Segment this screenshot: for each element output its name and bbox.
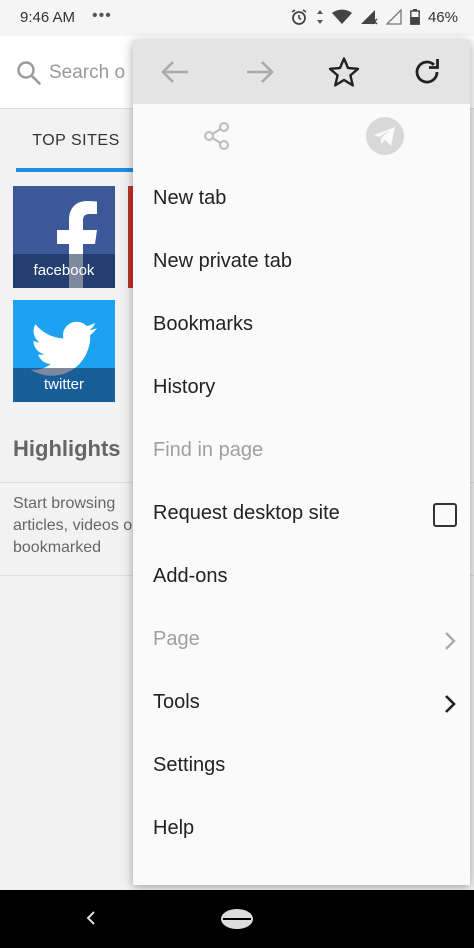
alarm-icon	[291, 9, 307, 25]
back-chevron-icon	[86, 911, 95, 925]
menu-item-find-in-page: Find in page	[133, 420, 470, 483]
menu-item-label: History	[153, 376, 216, 398]
tile-label: facebook	[13, 254, 115, 288]
send-to-device-button[interactable]	[365, 116, 405, 156]
system-nav-bar	[0, 890, 474, 948]
signal-icon	[360, 10, 378, 25]
battery-icon	[410, 9, 420, 25]
battery-percent: 46%	[427, 8, 458, 26]
back-arrow-icon	[161, 61, 188, 83]
menu-toolbar	[133, 40, 470, 104]
menu-item-bookmarks[interactable]: Bookmarks	[133, 294, 470, 357]
menu-item-tools[interactable]: Tools	[133, 672, 470, 735]
chevron-right-icon	[445, 632, 456, 650]
overflow-menu: New tab New private tab Bookmarks Histor…	[133, 40, 470, 885]
menu-item-label: Add-ons	[153, 565, 228, 587]
highlights-text: Start browsing articles, videos or bookm…	[13, 495, 138, 556]
menu-item-label: New tab	[153, 187, 227, 209]
menu-item-new-private-tab[interactable]: New private tab	[133, 231, 470, 294]
menu-item-history[interactable]: History	[133, 357, 470, 420]
menu-item-add-ons[interactable]: Add-ons	[133, 546, 470, 609]
menu-item-label: Page	[153, 628, 200, 650]
top-site-tile-twitter[interactable]: twitter	[13, 300, 115, 402]
menu-item-label: Settings	[153, 754, 226, 776]
status-bar: 9:46 AM ••• 46%	[0, 0, 474, 36]
share-button[interactable]	[197, 116, 237, 156]
notification-dots-icon: •••	[92, 7, 112, 24]
reload-button[interactable]	[409, 54, 445, 90]
status-time: 9:46 AM	[20, 9, 76, 26]
tile-label: twitter	[13, 368, 115, 402]
reload-icon	[415, 59, 439, 84]
share-row	[133, 104, 470, 168]
back-button[interactable]	[157, 54, 193, 90]
forward-arrow-icon	[247, 61, 274, 83]
menu-item-label: Bookmarks	[153, 313, 254, 335]
forward-button[interactable]	[242, 54, 278, 90]
send-icon	[366, 117, 404, 155]
nav-back-button[interactable]	[84, 908, 98, 933]
menu-item-label: Help	[153, 817, 195, 839]
nav-home-button[interactable]	[219, 907, 255, 936]
signal-empty-icon	[385, 9, 402, 25]
chevron-right-icon	[445, 695, 456, 713]
menu-item-help[interactable]: Help	[133, 798, 470, 861]
menu-item-label: Tools	[153, 691, 200, 713]
menu-item-label: Request desktop site	[153, 502, 340, 524]
tab-top-sites[interactable]: TOP SITES	[16, 110, 136, 172]
menu-item-settings[interactable]: Settings	[133, 735, 470, 798]
top-site-tile-facebook[interactable]: facebook	[13, 186, 115, 288]
highlights-heading: Highlights	[13, 436, 121, 461]
menu-item-label: Find in page	[153, 439, 264, 461]
star-icon	[328, 57, 360, 87]
menu-item-page: Page	[133, 609, 470, 672]
share-icon	[204, 122, 229, 150]
menu-item-request-desktop-site[interactable]: Request desktop site	[133, 483, 470, 546]
menu-item-new-tab[interactable]: New tab	[133, 168, 470, 231]
home-pill-icon	[221, 909, 253, 929]
search-placeholder: Search o	[49, 62, 126, 83]
search-icon	[17, 61, 41, 85]
status-icons: 46%	[290, 8, 458, 26]
menu-item-label: New private tab	[153, 250, 292, 272]
desktop-site-checkbox[interactable]	[433, 503, 457, 527]
bookmark-button[interactable]	[326, 54, 362, 90]
wifi-icon	[331, 9, 352, 24]
data-arrows-icon	[316, 10, 323, 24]
